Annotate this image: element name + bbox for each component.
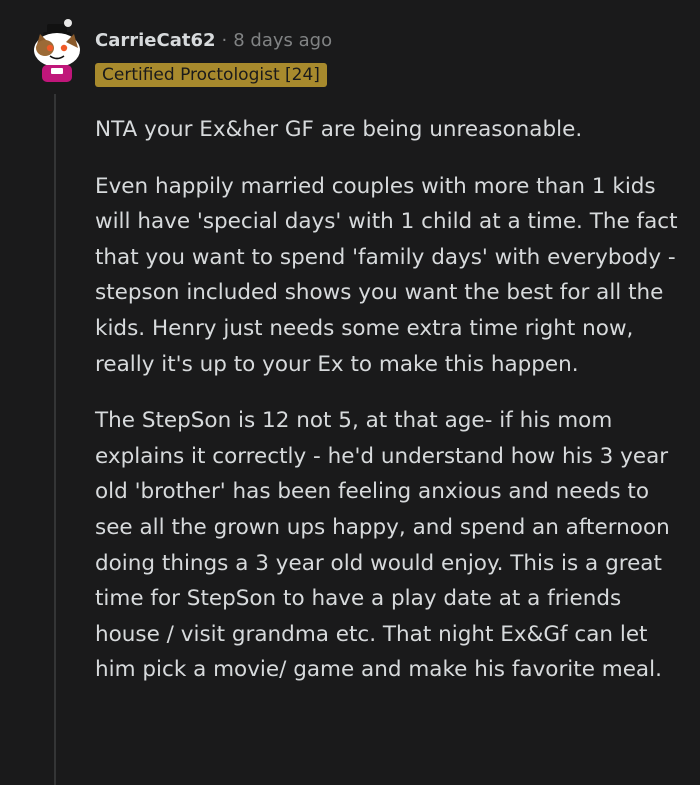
comment-paragraph: Even happily married couples with more t…	[95, 173, 678, 377]
comment-paragraph: NTA your Ex&her GF are being unreasonabl…	[95, 117, 583, 142]
meta-separator: ·	[221, 30, 228, 51]
user-flair: Certified Proctologist [24]	[95, 63, 327, 87]
comment-body: NTA your Ex&her GF are being unreasonabl…	[95, 112, 680, 709]
username-link[interactable]: CarrieCat62	[95, 30, 216, 51]
comment-header: CarrieCat62 · 8 days ago	[95, 30, 332, 51]
user-avatar[interactable]	[30, 18, 84, 84]
timestamp-link[interactable]: 8 days ago	[233, 30, 332, 51]
thread-line[interactable]	[54, 94, 56, 785]
snoo-avatar-icon	[34, 19, 80, 82]
comment-paragraph: The StepSon is 12 not 5, at that age- if…	[95, 408, 670, 683]
